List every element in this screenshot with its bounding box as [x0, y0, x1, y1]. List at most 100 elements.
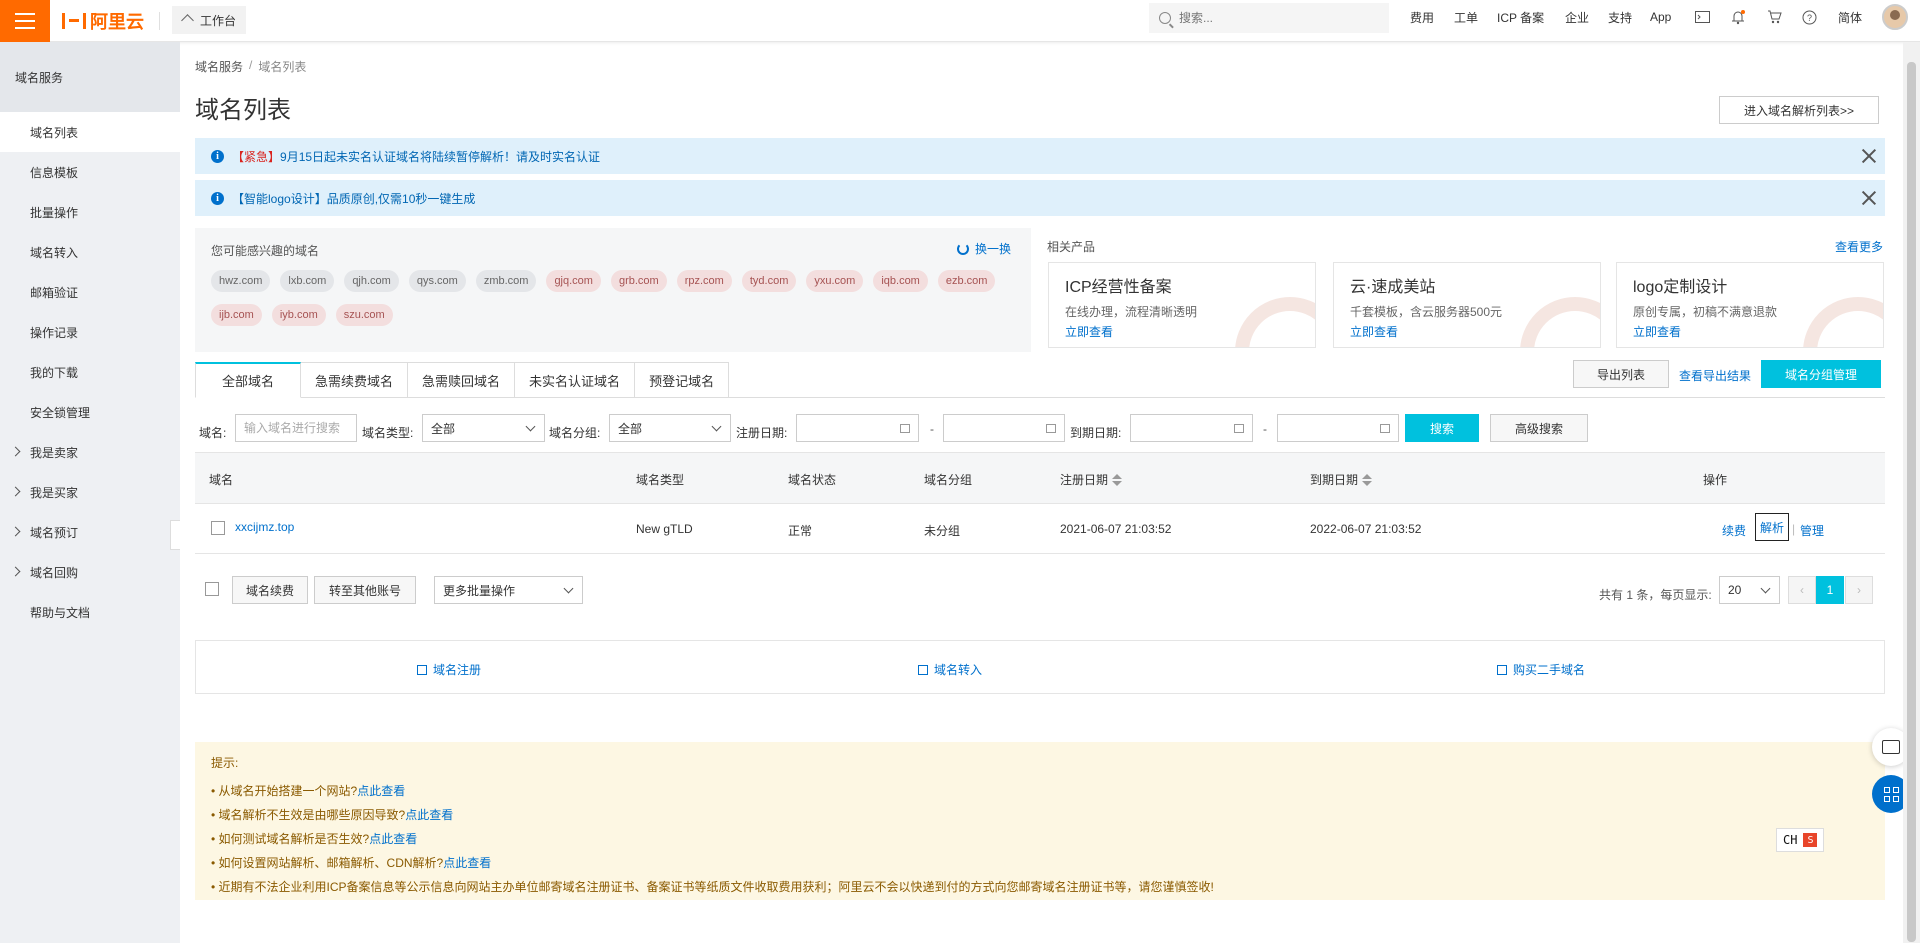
quick-buy-used[interactable]: 购买二手域名 [1497, 661, 1585, 678]
quick-transfer-in[interactable]: 域名转入 [918, 661, 982, 678]
exp-date-start[interactable] [1130, 414, 1253, 442]
domain-chip[interactable]: qjh.com [344, 270, 399, 292]
tab-redeem-urgent[interactable]: 急需赎回域名 [408, 362, 516, 398]
product-card-site[interactable]: 云·速成美站 千套模板，含云服务器500元 立即查看 [1333, 262, 1601, 348]
aliyun-logo[interactable]: 阿里云 [62, 8, 144, 34]
language-switch[interactable]: 简体 [1838, 0, 1862, 34]
close-icon[interactable] [1861, 148, 1877, 164]
renew-link[interactable]: 续费 [1722, 522, 1746, 539]
exp-date-end[interactable] [1277, 414, 1399, 442]
sidebar-item-downloads[interactable]: 我的下载 [0, 352, 180, 392]
manage-link[interactable]: 管理 [1800, 522, 1824, 539]
sidebar-item-security-lock[interactable]: 安全锁管理 [0, 392, 180, 432]
page-1-button[interactable]: 1 [1816, 576, 1844, 604]
domain-chip[interactable]: rpz.com [676, 270, 732, 292]
domain-chip[interactable]: gjq.com [546, 270, 601, 292]
see-more-link[interactable]: 查看更多 [1835, 238, 1883, 255]
page-size-select[interactable]: 20 [1719, 576, 1780, 604]
cart-icon[interactable] [1766, 9, 1782, 25]
reg-date-start[interactable] [796, 414, 919, 442]
nav-icp[interactable]: ICP 备案 [1497, 0, 1544, 34]
help-icon[interactable]: ? [1801, 9, 1817, 25]
domain-chip[interactable]: ijb.com [211, 304, 262, 326]
enter-dns-list-button[interactable]: 进入域名解析列表>> [1719, 96, 1879, 124]
tip-link[interactable]: 点此查看 [357, 784, 405, 798]
view-export-link[interactable]: 查看导出结果 [1679, 367, 1751, 384]
sort-icon[interactable] [1112, 473, 1123, 486]
sidebar-item-transfer-in[interactable]: 域名转入 [0, 232, 180, 272]
domain-chip[interactable]: iqb.com [873, 270, 928, 292]
advanced-search-button[interactable]: 高级搜索 [1490, 414, 1588, 442]
nav-enterprise-label[interactable]: 企业 [1565, 9, 1589, 26]
tab-unverified[interactable]: 未实名认证域名 [515, 362, 636, 398]
sidebar-item-buyer[interactable]: 我是买家 [0, 472, 180, 512]
sidebar-collapse-handle[interactable] [170, 520, 180, 550]
ime-skin-icon[interactable]: S [1803, 833, 1818, 847]
close-icon[interactable] [1861, 190, 1877, 206]
bell-icon[interactable] [1730, 9, 1746, 25]
product-link[interactable]: 立即查看 [1065, 323, 1113, 340]
domain-search-field[interactable] [235, 414, 357, 442]
nav-tickets-label[interactable]: 工单 [1454, 9, 1478, 26]
group-select[interactable]: 全部 [609, 414, 731, 442]
menu-icon[interactable] [0, 0, 50, 42]
batch-renew-button[interactable]: 域名续费 [232, 576, 308, 604]
tab-all[interactable]: 全部域名 [195, 362, 302, 398]
ime-toolbar[interactable]: CH S [1776, 828, 1825, 852]
domain-chip[interactable]: hwz.com [211, 270, 271, 292]
nav-icp-label[interactable]: ICP 备案 [1497, 9, 1544, 26]
sidebar-item-batch[interactable]: 批量操作 [0, 192, 180, 232]
domain-chip[interactable]: iyb.com [271, 304, 326, 326]
dns-resolve-link[interactable]: 解析 [1755, 513, 1790, 541]
global-search[interactable] [1149, 3, 1389, 33]
sidebar-item-domain-list[interactable]: 域名列表 [0, 112, 180, 152]
reg-date-end[interactable] [943, 414, 1065, 442]
nav-tickets[interactable]: 工单 [1454, 0, 1478, 34]
sidebar-item-email-verify[interactable]: 邮箱验证 [0, 272, 180, 312]
notice-text[interactable]: 9月15日起未实名认证域名将陆续暂停解析！请及时实名认证 [280, 150, 600, 164]
product-link[interactable]: 立即查看 [1633, 323, 1681, 340]
more-batch-select[interactable]: 更多批量操作 [434, 576, 583, 604]
product-link[interactable]: 立即查看 [1350, 323, 1398, 340]
notice-text[interactable]: 【智能logo设计】品质原创,仅需10秒一键生成 [232, 190, 475, 207]
row-checkbox[interactable] [211, 521, 225, 535]
language-label[interactable]: 简体 [1838, 9, 1862, 26]
domain-chip[interactable]: lxb.com [280, 270, 335, 292]
domain-search-input[interactable] [244, 421, 348, 435]
prev-page-button[interactable]: ‹ [1788, 576, 1816, 604]
group-manage-button[interactable]: 域名分组管理 [1761, 360, 1881, 388]
domain-chip[interactable]: tyd.com [741, 270, 797, 292]
col-exp-date[interactable]: 到期日期 [1310, 471, 1373, 488]
nav-app[interactable]: App [1650, 0, 1671, 34]
sidebar-item-seller[interactable]: 我是卖家 [0, 432, 180, 472]
tip-link[interactable]: 点此查看 [369, 832, 417, 846]
next-page-button[interactable]: › [1845, 576, 1873, 604]
domain-link[interactable]: xxcijmz.top [235, 520, 294, 534]
search-input[interactable] [1179, 11, 1369, 25]
domain-chip[interactable]: grb.com [610, 270, 667, 292]
product-card-icp[interactable]: ICP经营性备案 在线办理，流程清晰透明 立即查看 [1048, 262, 1316, 348]
nav-support[interactable]: 支持 [1608, 0, 1632, 34]
scrollbar[interactable] [1903, 42, 1920, 943]
domain-chip[interactable]: ezb.com [937, 270, 996, 292]
type-select[interactable]: 全部 [422, 414, 545, 442]
nav-app-label[interactable]: App [1650, 10, 1671, 24]
domain-chip[interactable]: qys.com [408, 270, 466, 292]
breadcrumb-root[interactable]: 域名服务 [195, 58, 243, 75]
export-list-button[interactable]: 导出列表 [1573, 360, 1669, 388]
tip-link[interactable]: 点此查看 [443, 856, 491, 870]
sidebar-item-help-docs[interactable]: 帮助与文档 [0, 592, 180, 632]
avatar[interactable] [1882, 4, 1908, 30]
ime-language-label[interactable]: CH [1783, 833, 1797, 847]
product-card-logo[interactable]: logo定制设计 原创专属，初稿不满意退款 立即查看 [1616, 262, 1884, 348]
col-reg-date[interactable]: 注册日期 [1060, 471, 1123, 488]
quick-register[interactable]: 域名注册 [417, 661, 481, 678]
refresh-button[interactable]: 换一换 [957, 240, 1011, 257]
domain-chip[interactable]: zmb.com [475, 270, 537, 292]
search-button[interactable]: 搜索 [1405, 414, 1479, 442]
tab-renew-urgent[interactable]: 急需续费域名 [301, 362, 409, 398]
sidebar-item-info-template[interactable]: 信息模板 [0, 152, 180, 192]
terminal-icon[interactable] [1694, 9, 1710, 25]
domain-chip[interactable]: yxu.com [806, 270, 864, 292]
tab-preregistered[interactable]: 预登记域名 [635, 362, 730, 398]
